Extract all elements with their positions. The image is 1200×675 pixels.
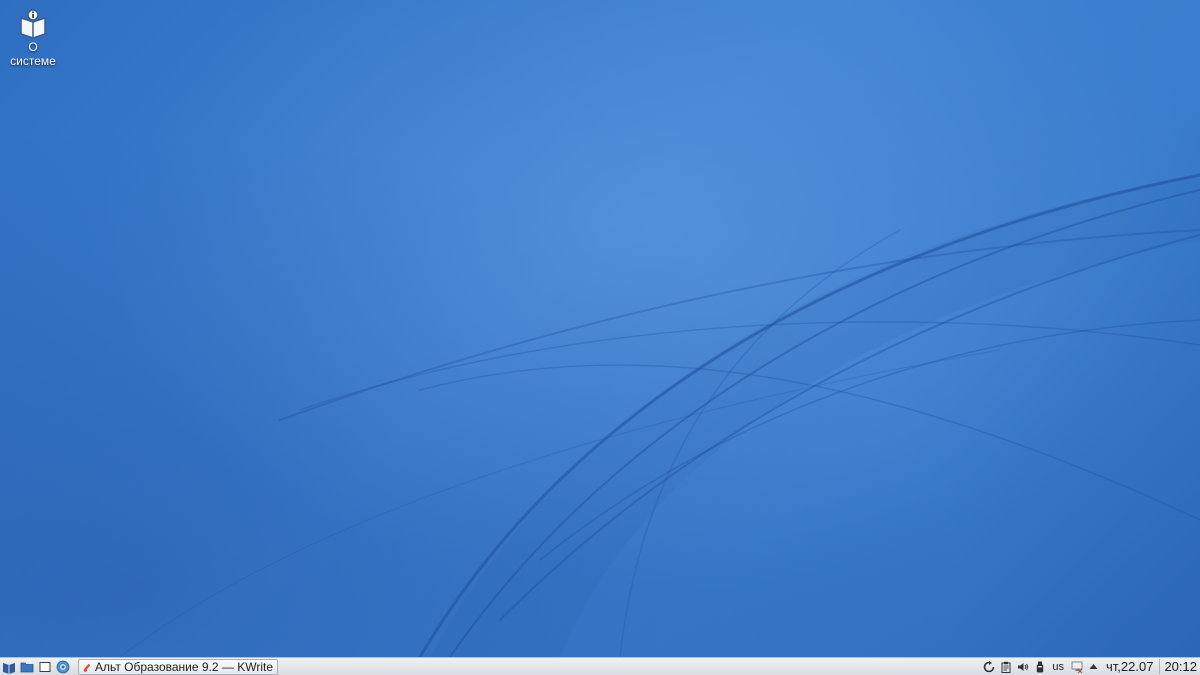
file-manager-icon	[20, 662, 34, 672]
triangle-up-icon	[1089, 664, 1098, 669]
book-info-icon	[20, 9, 46, 39]
tray-separator	[1159, 659, 1161, 674]
clipboard-tray-button[interactable]	[997, 658, 1014, 675]
usb-tray-button[interactable]	[1031, 658, 1048, 675]
file-manager-button[interactable]	[18, 658, 36, 675]
taskbar-task-kwrite[interactable]: Альт Образование 9.2 — KWrite	[78, 658, 278, 675]
menu-button[interactable]	[0, 658, 18, 675]
update-icon	[983, 660, 995, 672]
network-disconnected-icon	[1071, 661, 1082, 673]
update-tray-button[interactable]	[980, 658, 997, 675]
clipboard-icon	[1001, 661, 1011, 673]
browser-icon	[56, 660, 70, 673]
wallpaper-waves	[119, 173, 1200, 657]
keyboard-layout-indicator[interactable]: us	[1048, 661, 1068, 673]
task-title: Альт Образование 9.2 — KWrite	[95, 659, 273, 674]
tray-expand-button[interactable]	[1085, 658, 1102, 675]
kwrite-icon	[83, 663, 91, 672]
network-tray-button[interactable]	[1068, 658, 1085, 675]
menu-icon	[3, 662, 15, 674]
desktop[interactable]: О системе	[0, 0, 1200, 657]
desktop-icon-about-system[interactable]: О системе	[4, 8, 62, 68]
show-desktop-button[interactable]	[36, 658, 54, 675]
browser-button[interactable]	[54, 658, 72, 675]
system-tray: us чт,22.07 20:12	[980, 658, 1200, 675]
taskbar: Альт Образование 9.2 — KWrite us чт,22.0…	[0, 657, 1200, 675]
usb-drive-icon	[1036, 661, 1044, 672]
show-desktop-icon	[39, 661, 51, 672]
date-display[interactable]: чт,22.07	[1102, 659, 1157, 674]
volume-icon	[1017, 662, 1028, 671]
desktop-icon-label: О системе	[10, 40, 56, 68]
volume-tray-button[interactable]	[1014, 658, 1031, 675]
clock[interactable]: 20:12	[1162, 659, 1200, 674]
